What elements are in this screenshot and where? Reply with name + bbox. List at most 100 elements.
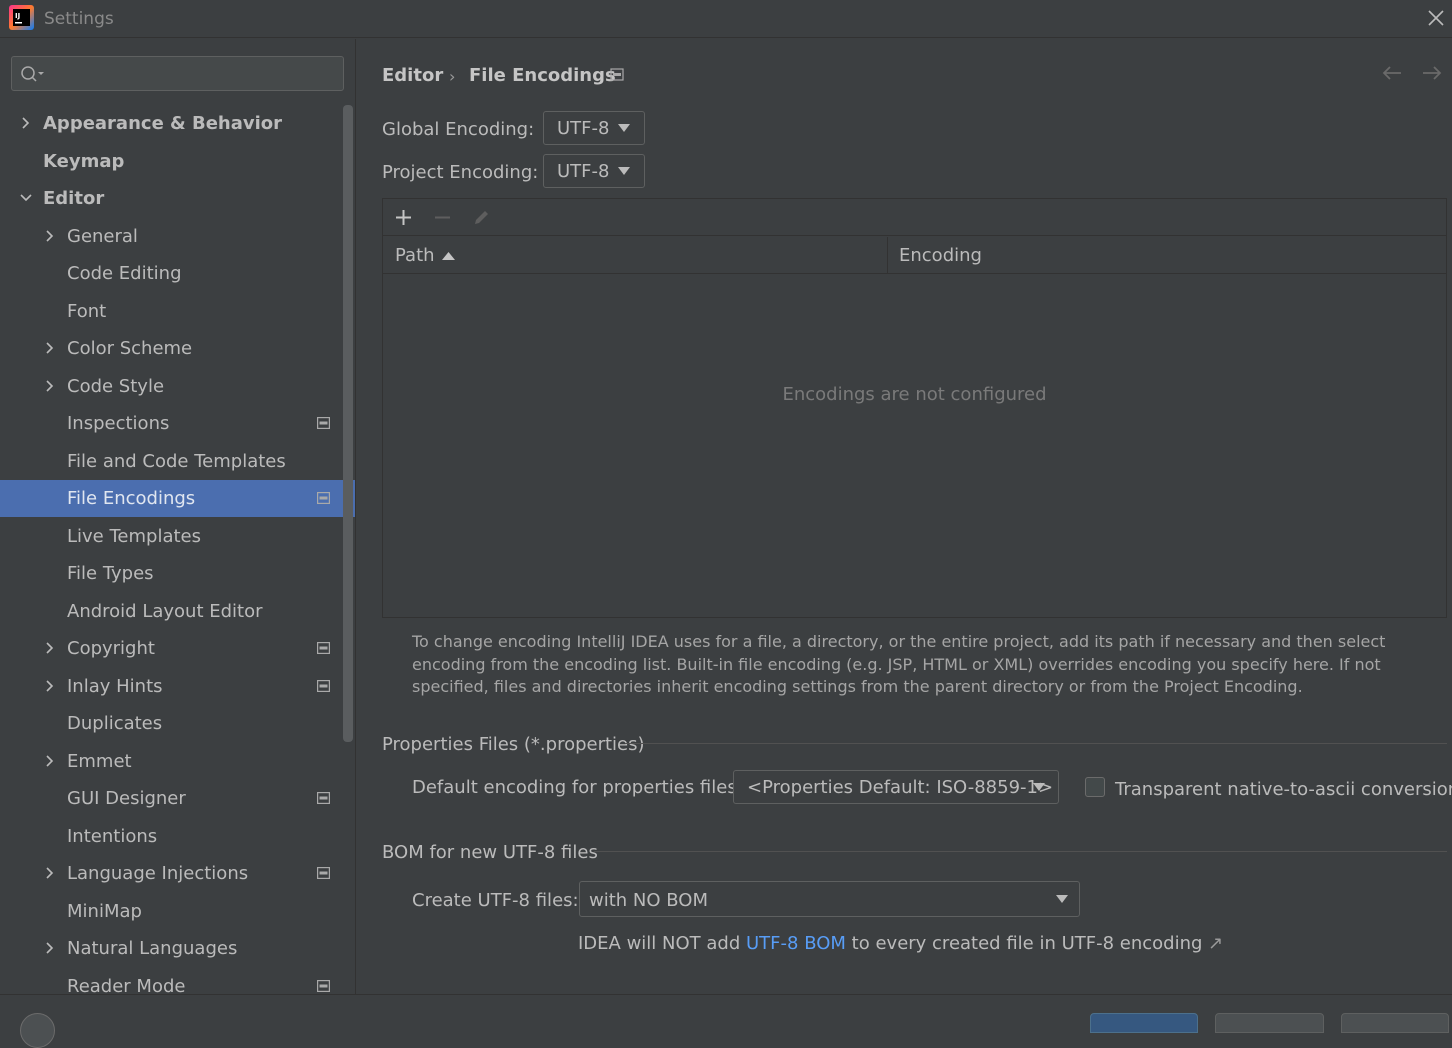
column-header-encoding[interactable]: Encoding <box>899 245 982 266</box>
window-title: Settings <box>44 9 114 29</box>
sidebar-item-general[interactable]: General <box>0 218 355 255</box>
sidebar-item-label: Duplicates <box>67 713 163 734</box>
chevron-right-icon[interactable] <box>43 341 57 355</box>
sidebar-scrollbar[interactable] <box>343 105 353 742</box>
sidebar-item-label: MiniMap <box>67 900 142 922</box>
bom-note-prefix: IDEA will NOT add <box>578 933 741 954</box>
chevron-down-icon[interactable] <box>19 191 33 205</box>
sidebar-item-file-and-code-templates[interactable]: File and Code Templates <box>0 443 355 480</box>
help-icon[interactable] <box>20 1013 55 1048</box>
sidebar-item-natural-languages[interactable]: Natural Languages <box>0 930 355 967</box>
sidebar-item-live-templates[interactable]: Live Templates <box>0 518 355 555</box>
close-icon[interactable] <box>1424 6 1448 30</box>
transparent-conversion-checkbox[interactable] <box>1085 777 1105 797</box>
table-header: Path Encoding <box>383 237 1446 274</box>
properties-encoding-value: <Properties Default: ISO-8859-1> <box>747 777 1054 798</box>
ok-button[interactable] <box>1090 1013 1198 1033</box>
help-text: To change encoding IntelliJ IDEA uses fo… <box>412 632 1386 696</box>
bom-section-title: BOM for new UTF-8 files <box>382 842 598 863</box>
global-encoding-dropdown[interactable]: UTF-8 <box>543 111 645 145</box>
chevron-right-icon[interactable] <box>43 641 57 655</box>
chevron-right-icon[interactable] <box>43 379 57 393</box>
sidebar-item-label: Emmet <box>67 750 132 772</box>
bom-dropdown[interactable]: with NO BOM <box>579 881 1080 917</box>
settings-sidebar: Appearance & Behavior Keymap Editor General… <box>0 39 356 994</box>
chevron-down-icon <box>618 124 630 132</box>
cancel-button[interactable] <box>1215 1013 1324 1033</box>
chevron-right-icon[interactable] <box>43 229 57 243</box>
path-encoding-table: Path Encoding Encodings are not configur… <box>382 198 1447 618</box>
project-encoding-value: UTF-8 <box>557 161 610 182</box>
chevron-right-icon[interactable] <box>43 679 57 693</box>
chevron-right-icon[interactable] <box>43 866 57 880</box>
external-link-icon[interactable]: ↗ <box>1208 933 1223 954</box>
sidebar-item-label: Code Editing <box>67 263 182 284</box>
remove-icon[interactable] <box>434 209 451 226</box>
project-scope-icon <box>317 867 330 880</box>
chevron-right-icon[interactable] <box>43 754 57 768</box>
chevron-right-icon[interactable] <box>19 116 33 130</box>
sidebar-item-label: General <box>67 225 138 247</box>
transparent-conversion-label[interactable]: Transparent native-to-ascii conversion <box>1115 779 1452 800</box>
add-icon[interactable] <box>395 209 412 226</box>
column-header-path[interactable]: Path <box>395 245 435 266</box>
global-encoding-value: UTF-8 <box>557 118 610 139</box>
utf8-bom-link[interactable]: UTF-8 BOM <box>746 933 846 954</box>
sidebar-item-label: Natural Languages <box>67 938 238 959</box>
title-bar: IJ Settings <box>0 0 1452 38</box>
apply-button[interactable] <box>1341 1013 1449 1033</box>
sidebar-item-inlay-hints[interactable]: Inlay Hints <box>0 668 355 705</box>
back-arrow-icon[interactable] <box>1381 63 1403 83</box>
sidebar-item-code-editing[interactable]: Code Editing <box>0 255 355 292</box>
chevron-right-icon[interactable] <box>43 941 57 955</box>
sidebar-item-gui-designer[interactable]: GUI Designer <box>0 780 355 817</box>
create-utf8-label: Create UTF-8 files: <box>412 890 579 911</box>
sidebar-item-emmet[interactable]: Emmet <box>0 743 355 780</box>
sidebar-item-color-scheme[interactable]: Color Scheme <box>0 330 355 367</box>
sidebar-item-label: File Encodings <box>67 488 196 509</box>
sidebar-item-label: Inspections <box>67 413 170 434</box>
search-icon <box>21 66 44 82</box>
sidebar-item-android-layout-editor[interactable]: Android Layout Editor <box>0 593 355 630</box>
project-encoding-dropdown[interactable]: UTF-8 <box>543 154 645 188</box>
chevron-down-icon <box>1056 895 1068 903</box>
sidebar-item-code-style[interactable]: Code Style <box>0 368 355 405</box>
sidebar-item-label: Live Templates <box>67 525 201 547</box>
search-input[interactable] <box>11 56 344 91</box>
sidebar-item-label: Copyright <box>67 638 155 659</box>
forward-arrow-icon[interactable] <box>1421 63 1443 83</box>
settings-content: Editor › File Encodings Global Encoding:… <box>357 39 1452 994</box>
global-encoding-label: Global Encoding: <box>382 119 535 140</box>
sidebar-item-reader-mode[interactable]: Reader Mode <box>0 968 355 994</box>
breadcrumb-separator: › <box>449 67 456 86</box>
project-scope-icon <box>610 68 624 81</box>
sidebar-item-appearance-behavior[interactable]: Appearance & Behavior <box>0 105 355 142</box>
sidebar-item-editor[interactable]: Editor <box>0 180 355 217</box>
sidebar-item-intentions[interactable]: Intentions <box>0 818 355 855</box>
edit-icon[interactable] <box>472 208 491 227</box>
sidebar-item-label: Appearance & Behavior <box>43 113 283 134</box>
breadcrumb-current: File Encodings <box>469 65 616 86</box>
sidebar-item-duplicates[interactable]: Duplicates <box>0 705 355 742</box>
bom-note: IDEA will NOT add UTF-8 BOM to every cre… <box>578 933 1223 954</box>
section-divider <box>625 743 1447 744</box>
breadcrumb-parent[interactable]: Editor <box>382 65 443 86</box>
project-scope-icon <box>317 792 330 805</box>
sidebar-item-file-types[interactable]: File Types <box>0 555 355 592</box>
column-divider[interactable] <box>887 237 888 274</box>
sidebar-item-language-injections[interactable]: Language Injections <box>0 855 355 892</box>
sidebar-item-file-encodings[interactable]: File Encodings <box>0 480 355 517</box>
table-empty-text: Encodings are not configured <box>782 384 1047 405</box>
table-toolbar <box>383 199 1446 236</box>
sidebar-item-font[interactable]: Font <box>0 293 355 330</box>
sidebar-item-minimap[interactable]: MiniMap <box>0 893 355 930</box>
section-divider <box>594 851 1447 852</box>
sidebar-item-keymap[interactable]: Keymap <box>0 143 355 180</box>
sidebar-item-inspections[interactable]: Inspections <box>0 405 355 442</box>
intellij-app-icon: IJ <box>9 5 34 30</box>
properties-section-title: Properties Files (*.properties) <box>382 734 645 755</box>
svg-text:IJ: IJ <box>15 12 20 20</box>
sidebar-item-copyright[interactable]: Copyright <box>0 630 355 667</box>
chevron-down-icon <box>1033 783 1045 791</box>
properties-encoding-dropdown[interactable]: <Properties Default: ISO-8859-1> <box>733 770 1059 804</box>
